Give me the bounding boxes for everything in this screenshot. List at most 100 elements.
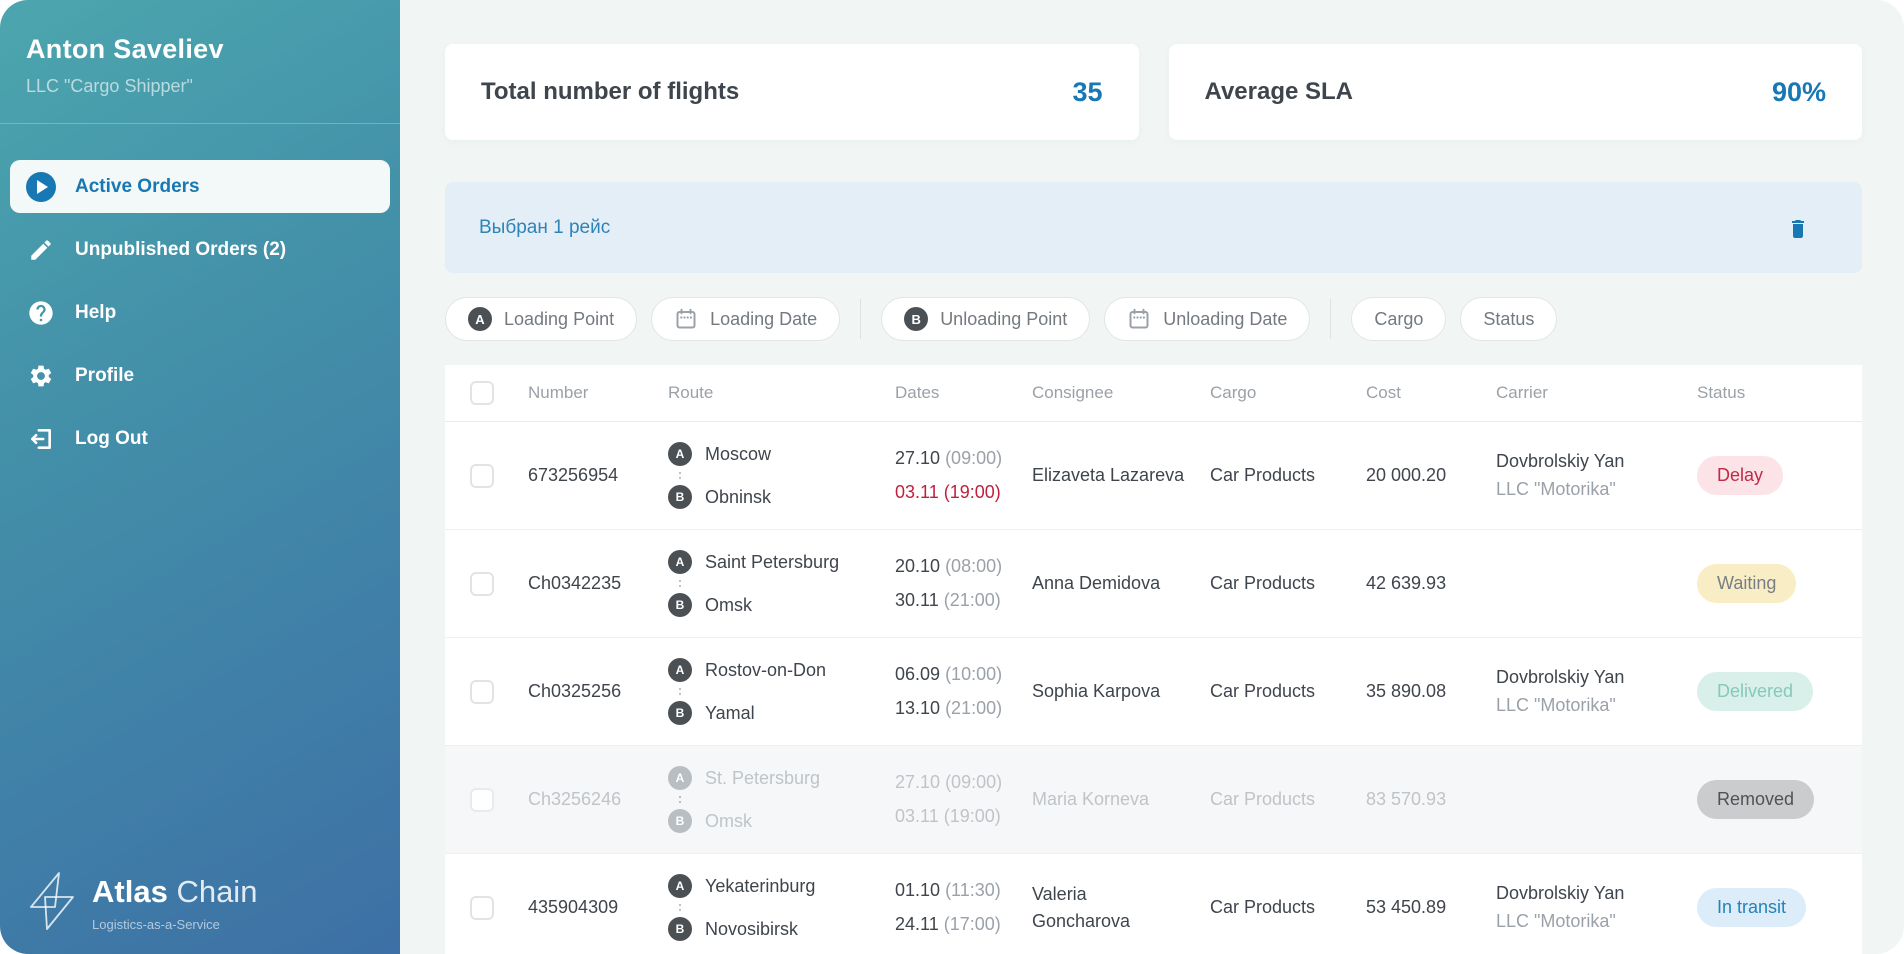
point-b-badge-icon: B — [668, 593, 692, 617]
col-header-route: Route — [668, 383, 714, 402]
status-badge: Waiting — [1697, 564, 1797, 603]
atlas-chain-logo-icon — [30, 872, 74, 930]
loading-date: 06.09 (10:00) — [895, 664, 1003, 684]
consignee: Sophia Karpova — [1032, 681, 1161, 702]
row-checkbox[interactable] — [470, 679, 494, 704]
route-to: Yamal — [705, 702, 755, 723]
carrier-company: LLC "Motorika" — [1496, 694, 1616, 715]
stat-title: Average SLA — [1204, 78, 1354, 105]
status-badge: Delivered — [1697, 672, 1814, 711]
stats-row: Total number of flights 35 Average SLA 9… — [445, 44, 1862, 140]
table-row[interactable]: Ch3256246 A St. Petersburg B Omsk 27.10 … — [445, 746, 1862, 854]
stat-value: 90% — [1771, 76, 1826, 107]
sidebar-item-help[interactable]: Help — [10, 286, 390, 339]
loading-date: 01.10 (11:30) — [895, 880, 1001, 900]
dates-cell: 27.10 (09:00) 03.11 (19:00) — [895, 772, 1032, 827]
route-to: Omsk — [705, 594, 752, 615]
order-number: Ch0325256 — [528, 681, 622, 701]
filter-divider — [1330, 299, 1332, 339]
play-circle-icon — [26, 171, 56, 202]
status-badge: Removed — [1697, 780, 1815, 819]
brand-logo: Atlas Chain Logistics-as-a-Service — [24, 870, 257, 932]
route-to: Novosibirsk — [705, 918, 799, 939]
cost: 42 639.93 — [1366, 573, 1447, 593]
filter-status[interactable]: Status — [1460, 297, 1558, 341]
row-checkbox[interactable] — [470, 895, 494, 920]
sidebar-item-label: Active Orders — [75, 175, 200, 197]
status-cell: Delivered — [1697, 672, 1862, 711]
filter-label: Loading Point — [504, 308, 615, 329]
sidebar-divider — [0, 123, 400, 124]
row-checkbox[interactable] — [470, 787, 494, 812]
carrier-name: Dovbrolskiy Yan — [1496, 666, 1625, 687]
brand-tagline: Logistics-as-a-Service — [92, 917, 220, 932]
filter-loading-date[interactable]: Loading Date — [651, 297, 841, 341]
col-header-consignee: Consignee — [1032, 383, 1114, 402]
cost: 35 890.08 — [1366, 681, 1447, 701]
sidebar-item-logout[interactable]: Log Out — [10, 412, 390, 465]
table-row[interactable]: 673256954 A Moscow B Obninsk 27.10 (09:0… — [445, 422, 1862, 530]
brand-light: Chain — [176, 874, 258, 909]
dates-cell: 01.10 (11:30) 24.11 (17:00) — [895, 880, 1032, 935]
col-header-number: Number — [528, 383, 589, 402]
stat-value: 35 — [1072, 76, 1103, 107]
point-a-badge-icon: A — [668, 658, 692, 682]
brand-name: Atlas Chain — [92, 874, 257, 910]
filter-cargo[interactable]: Cargo — [1351, 297, 1447, 341]
table-row[interactable]: Ch0342235 A Saint Petersburg B Omsk 20.1… — [445, 530, 1862, 638]
filter-loading-point[interactable]: A Loading Point — [445, 297, 638, 341]
filters-row: A Loading Point Loading Date B Unloading… — [445, 297, 1862, 341]
delete-selected-button[interactable] — [1778, 208, 1818, 248]
sidebar-menu: Active Orders Unpublished Orders (2) Hel… — [0, 160, 400, 465]
sidebar-item-active-orders[interactable]: Active Orders — [10, 160, 390, 213]
filter-divider — [860, 299, 862, 339]
carrier-cell: Dovbrolskiy Yan LLC "Motorika" — [1496, 448, 1697, 504]
unloading-date: 03.11 (19:00) — [895, 482, 1001, 502]
status-cell: Delay — [1697, 456, 1862, 495]
sidebar-item-profile[interactable]: Profile — [10, 349, 390, 402]
logout-icon — [26, 424, 56, 454]
sidebar-item-label: Unpublished Orders (2) — [75, 238, 287, 260]
carrier-company: LLC "Motorika" — [1496, 478, 1616, 499]
cargo: Car Products — [1210, 681, 1316, 701]
cargo: Car Products — [1210, 789, 1316, 809]
status-cell: In transit — [1697, 888, 1862, 927]
sidebar-item-unpublished-orders[interactable]: Unpublished Orders (2) — [10, 223, 390, 276]
consignee: Maria Korneva — [1032, 789, 1150, 810]
route-connector — [679, 580, 895, 587]
point-b-badge-icon: B — [668, 809, 692, 833]
route-to: Omsk — [705, 810, 752, 831]
table-row[interactable]: Ch0325256 A Rostov-on-Don B Yamal 06.09 … — [445, 638, 1862, 746]
status-badge: In transit — [1697, 888, 1807, 927]
point-b-badge-icon: B — [668, 485, 692, 509]
route-cell: A Saint Petersburg B Omsk — [668, 550, 895, 617]
filter-label: Cargo — [1374, 308, 1424, 329]
cost: 20 000.20 — [1366, 465, 1447, 485]
route-from: Yekaterinburg — [705, 875, 816, 896]
unloading-date: 24.11 (17:00) — [895, 914, 1001, 934]
select-all-checkbox[interactable] — [470, 381, 494, 405]
carrier-cell: Dovbrolskiy Yan LLC "Motorika" — [1496, 880, 1697, 936]
route-connector — [679, 796, 895, 803]
table-body: 673256954 A Moscow B Obninsk 27.10 (09:0… — [445, 422, 1862, 954]
route-from: Rostov-on-Don — [705, 659, 827, 680]
route-from: Saint Petersburg — [705, 551, 840, 572]
order-number: 673256954 — [528, 465, 619, 485]
gear-icon — [26, 361, 56, 391]
route-cell: A Yekaterinburg B Novosibirsk — [668, 874, 895, 941]
filter-unloading-date[interactable]: Unloading Date — [1104, 297, 1311, 341]
route-cell: A Moscow B Obninsk — [668, 442, 895, 509]
brand-strong: Atlas — [92, 874, 168, 909]
point-a-badge-icon: A — [468, 307, 492, 331]
orders-table: Number Route Dates Consignee Cargo Cost … — [445, 365, 1862, 954]
loading-date: 20.10 (08:00) — [895, 556, 1003, 576]
filter-unloading-point[interactable]: B Unloading Point — [881, 297, 1091, 341]
main-content: Total number of flights 35 Average SLA 9… — [400, 0, 1904, 954]
table-row[interactable]: 435904309 A Yekaterinburg B Novosibirsk … — [445, 854, 1862, 954]
row-checkbox[interactable] — [470, 571, 494, 596]
status-cell: Waiting — [1697, 564, 1862, 603]
loading-date: 27.10 (09:00) — [895, 448, 1003, 468]
point-b-badge-icon: B — [668, 917, 692, 941]
carrier-company: LLC "Motorika" — [1496, 910, 1616, 931]
row-checkbox[interactable] — [470, 463, 494, 488]
